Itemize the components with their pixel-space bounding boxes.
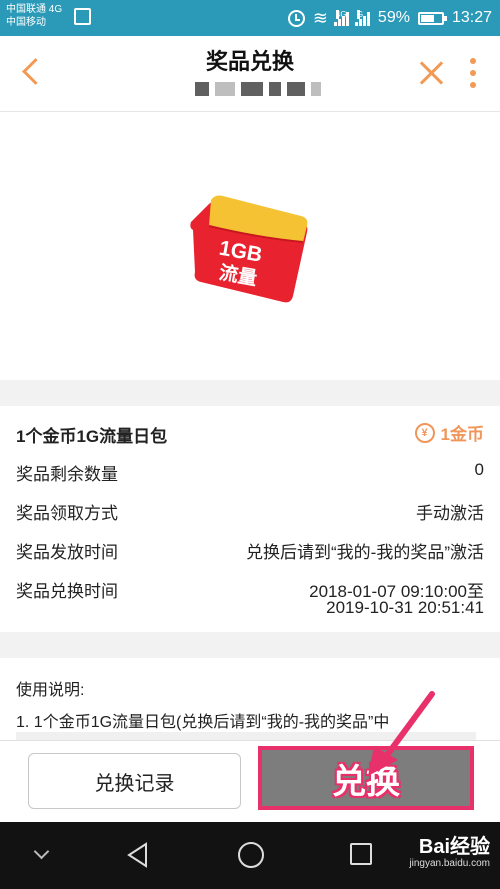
info-label: 奖品兑换时间 — [16, 582, 118, 601]
info-value-2: 2019-10-31 20:51:41 — [326, 598, 484, 617]
carrier-1: 中国联通 4G — [6, 4, 63, 15]
prize-info-card: 1个金币1G流量日包 ¥ 1金币 奖品剩余数量 0 奖品领取方式 手动激活 奖品… — [0, 406, 500, 632]
usage-text: 1. 1个金币1G流量日包(兑换后请到“我的-我的奖品”中 — [16, 714, 390, 731]
signal-icon: 4G — [333, 10, 349, 26]
wifi-icon: ≋ — [312, 8, 328, 28]
coin-icon: ¥ — [414, 422, 435, 443]
exchange-record-button[interactable]: 兑换记录 — [28, 753, 241, 809]
battery-icon — [417, 11, 447, 25]
clock: 13:27 — [451, 9, 492, 26]
prize-image-area: 1GB 流量 — [0, 112, 500, 380]
status-icons: ≋ 4G G 59% 13:27 — [287, 0, 492, 36]
info-value: 手动激活 — [416, 504, 484, 523]
network-type: 4G — [335, 10, 347, 19]
prize-price: ¥ 1金币 — [414, 420, 484, 445]
info-label: 奖品发放时间 — [16, 543, 118, 562]
red-envelope-icon: 1GB 流量 — [190, 195, 308, 303]
nav-bar: 奖品兑换 — [0, 36, 500, 112]
screenshot-icon — [74, 8, 91, 25]
carrier-2: 中国移动 — [6, 17, 46, 28]
info-label: 奖品剩余数量 — [16, 465, 118, 484]
exchange-button[interactable]: 兑换 — [258, 746, 474, 810]
signal-icon-2: G — [354, 10, 370, 26]
usage-section: 使用说明: 1. 1个金币1G流量日包(兑换后请到“我的-我的奖品”中 — [0, 658, 500, 748]
info-value: 兑换后请到“我的-我的奖品”激活 — [246, 543, 484, 562]
system-nav-bar: Bai经验 jingyan.baidu.com — [0, 822, 500, 889]
watermark-site: jingyan.baidu.com — [409, 858, 490, 869]
back-triangle-icon[interactable] — [126, 842, 150, 868]
watermark-brand: Bai经验 — [418, 836, 490, 858]
info-value: 0 — [474, 460, 484, 479]
hide-nav-icon[interactable] — [33, 843, 50, 860]
alarm-icon — [287, 9, 305, 27]
blurred-subtitle — [195, 82, 325, 100]
info-label: 奖品领取方式 — [16, 504, 118, 523]
battery-percent: 59% — [377, 9, 410, 26]
status-bar: 中国联通 4G 中国移动 ≋ 4G G 59% 13:27 — [0, 0, 500, 36]
close-icon[interactable] — [416, 58, 446, 88]
price-value: 1金币 — [440, 425, 484, 444]
prize-name: 1个金币1G流量日包 — [16, 427, 168, 446]
usage-title: 使用说明: — [16, 682, 85, 699]
home-icon[interactable] — [238, 842, 264, 868]
carrier-info: 中国联通 4G 中国移动 — [6, 3, 62, 29]
action-bar: 兑换记录 兑换 — [0, 740, 500, 822]
more-icon[interactable] — [466, 56, 480, 90]
recent-apps-icon[interactable] — [350, 843, 372, 865]
baidu-watermark: Bai经验 jingyan.baidu.com — [409, 836, 490, 870]
network-type-2: G — [356, 10, 364, 19]
